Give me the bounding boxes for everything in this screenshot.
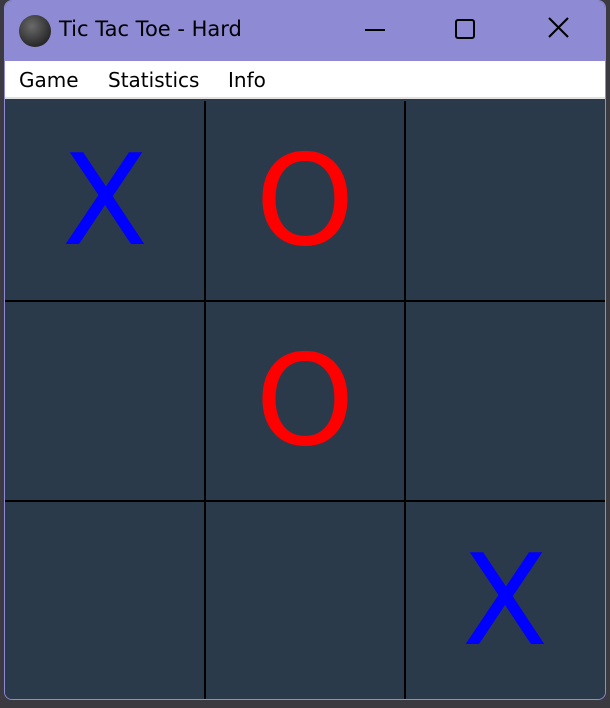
close-button[interactable] (511, 1, 603, 61)
cell-2-1[interactable] (205, 501, 405, 699)
cell-mark (5, 501, 205, 699)
menu-info[interactable]: Info (228, 68, 266, 92)
cell-mark: X (461, 527, 549, 674)
grid-line-horizontal (5, 300, 605, 302)
app-ball-icon (19, 15, 51, 47)
close-icon (548, 17, 569, 38)
grid-line-horizontal (5, 500, 605, 502)
cell-mark (205, 501, 405, 699)
menu-bar: Game Statistics Info (5, 61, 605, 99)
maximize-icon (455, 19, 475, 39)
app-window: Tic Tac Toe - Hard Game Statistics Info … (4, 0, 606, 700)
cell-mark (405, 301, 605, 501)
cell-1-0[interactable] (5, 301, 205, 501)
window-title: Tic Tac Toe - Hard (59, 17, 242, 41)
game-board: X O O X (5, 101, 605, 699)
cell-2-0[interactable] (5, 501, 205, 699)
minimize-icon (365, 29, 385, 31)
cell-0-0[interactable]: X (5, 101, 205, 301)
cell-0-1[interactable]: O (205, 101, 405, 301)
cell-mark: O (255, 127, 355, 274)
cell-0-2[interactable] (405, 101, 605, 301)
cell-mark: O (255, 327, 355, 474)
grid-line-vertical (404, 101, 406, 699)
menu-statistics[interactable]: Statistics (108, 68, 199, 92)
cell-1-2[interactable] (405, 301, 605, 501)
maximize-button[interactable] (419, 1, 511, 61)
grid-line-vertical (204, 101, 206, 699)
cell-mark (5, 301, 205, 501)
cell-1-1[interactable]: O (205, 301, 405, 501)
cell-mark (405, 101, 605, 301)
cell-mark: X (61, 127, 149, 274)
cell-2-2[interactable]: X (405, 501, 605, 699)
minimize-button[interactable] (327, 1, 419, 61)
title-bar[interactable]: Tic Tac Toe - Hard (5, 1, 605, 61)
menu-game[interactable]: Game (19, 68, 79, 92)
